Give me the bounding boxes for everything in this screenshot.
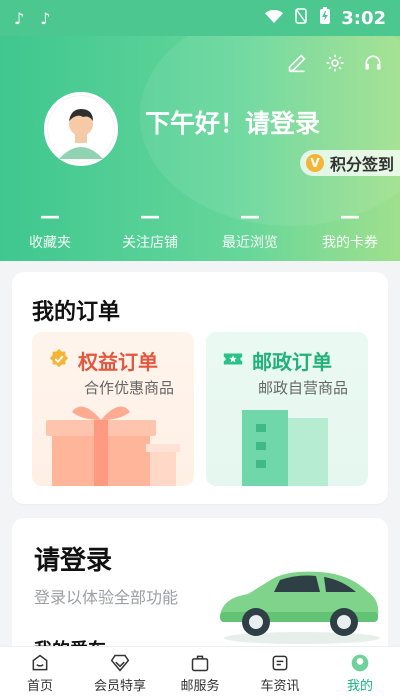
tile-header: 权益订单 [48, 346, 178, 375]
stat-value: — [340, 204, 360, 228]
wifi-icon [265, 9, 284, 28]
nav-profile[interactable]: 我的 [320, 647, 400, 700]
diamond-icon [110, 653, 130, 673]
stat-label: 收藏夹 [29, 235, 71, 251]
car-illustration [220, 571, 380, 644]
no-sim-icon [293, 8, 309, 28]
benefit-icon [48, 348, 70, 374]
points-signin-label: 积分签到 [329, 155, 394, 174]
headset-icon[interactable] [362, 52, 384, 74]
profile-header: 下午好！请登录 V 积分签到 — 收藏夹 — 关注店铺 — 最近浏览 — 我的卡… [0, 36, 400, 261]
settings-icon[interactable] [324, 52, 346, 74]
stat-coupons[interactable]: — 我的卡券 [300, 204, 400, 261]
stat-label: 我的卡券 [322, 235, 378, 251]
nav-label: 我的 [346, 679, 373, 694]
points-signin-button[interactable]: V 积分签到 [299, 150, 400, 176]
orders-title: 我的订单 [32, 300, 121, 325]
tile-header: 邮政订单 [222, 346, 352, 375]
login-card[interactable]: 请登录 登录以体验全部功能 我的爱车 [12, 518, 388, 658]
tiktok-icon: ♪ [14, 8, 25, 28]
header-toolbar [286, 52, 384, 74]
login-subtitle: 登录以体验全部功能 [34, 588, 179, 607]
battery-charging-icon [319, 7, 331, 29]
postal-orders-tile[interactable]: 邮政订单 邮政自营商品 [206, 332, 368, 486]
tile-title: 邮政订单 [252, 350, 332, 374]
status-bar: ♪ ♪ 3:02 [0, 0, 400, 36]
profile-icon [350, 653, 370, 673]
stat-value: — [240, 204, 260, 228]
stat-favorites[interactable]: — 收藏夹 [0, 204, 100, 261]
avatar-illustration [52, 100, 110, 159]
tile-title: 权益订单 [78, 350, 158, 374]
home-icon [30, 653, 50, 673]
gift-box-illustration [46, 406, 180, 486]
login-title[interactable]: 请登录 [34, 540, 112, 577]
postal-ticket-icon [222, 348, 244, 374]
nav-label: 会员特享 [93, 679, 146, 694]
nav-postal-services[interactable]: 邮服务 [160, 647, 240, 700]
coin-icon: V [305, 154, 324, 172]
nav-label: 车资讯 [260, 679, 300, 694]
status-time: 3:02 [341, 7, 386, 29]
stat-recent-views[interactable]: — 最近浏览 [200, 204, 300, 261]
stat-following-stores[interactable]: — 关注店铺 [100, 204, 200, 261]
tiktok-icon: ♪ [40, 8, 51, 28]
benefit-orders-tile[interactable]: 权益订单 合作优惠商品 [32, 332, 194, 486]
stat-value: — [40, 204, 60, 228]
nav-label: 邮服务 [180, 679, 220, 694]
edit-icon[interactable] [286, 52, 308, 74]
briefcase-icon [190, 653, 210, 673]
nav-member-benefits[interactable]: 会员特享 [80, 647, 160, 700]
nav-label: 首页 [26, 679, 53, 694]
stat-value: — [140, 204, 160, 228]
stat-label: 关注店铺 [122, 235, 178, 251]
nav-home[interactable]: 首页 [0, 647, 80, 700]
building-illustration [242, 410, 328, 486]
stat-label: 最近浏览 [222, 235, 278, 251]
header-stats: — 收藏夹 — 关注店铺 — 最近浏览 — 我的卡券 [0, 204, 400, 261]
orders-grid: 权益订单 合作优惠商品 邮政订单 邮政自营商品 [32, 332, 368, 486]
orders-card: 我的订单 权益订单 合作优惠商品 邮政订单 邮政自营商品 [12, 272, 388, 504]
greeting-text[interactable]: 下午好！请登录 [145, 104, 320, 140]
bottom-navigation: 首页 会员特享 邮服务 车资讯 我的 [0, 646, 400, 700]
nav-car-info[interactable]: 车资讯 [240, 647, 320, 700]
car-info-icon [270, 653, 290, 673]
avatar[interactable] [44, 92, 118, 166]
